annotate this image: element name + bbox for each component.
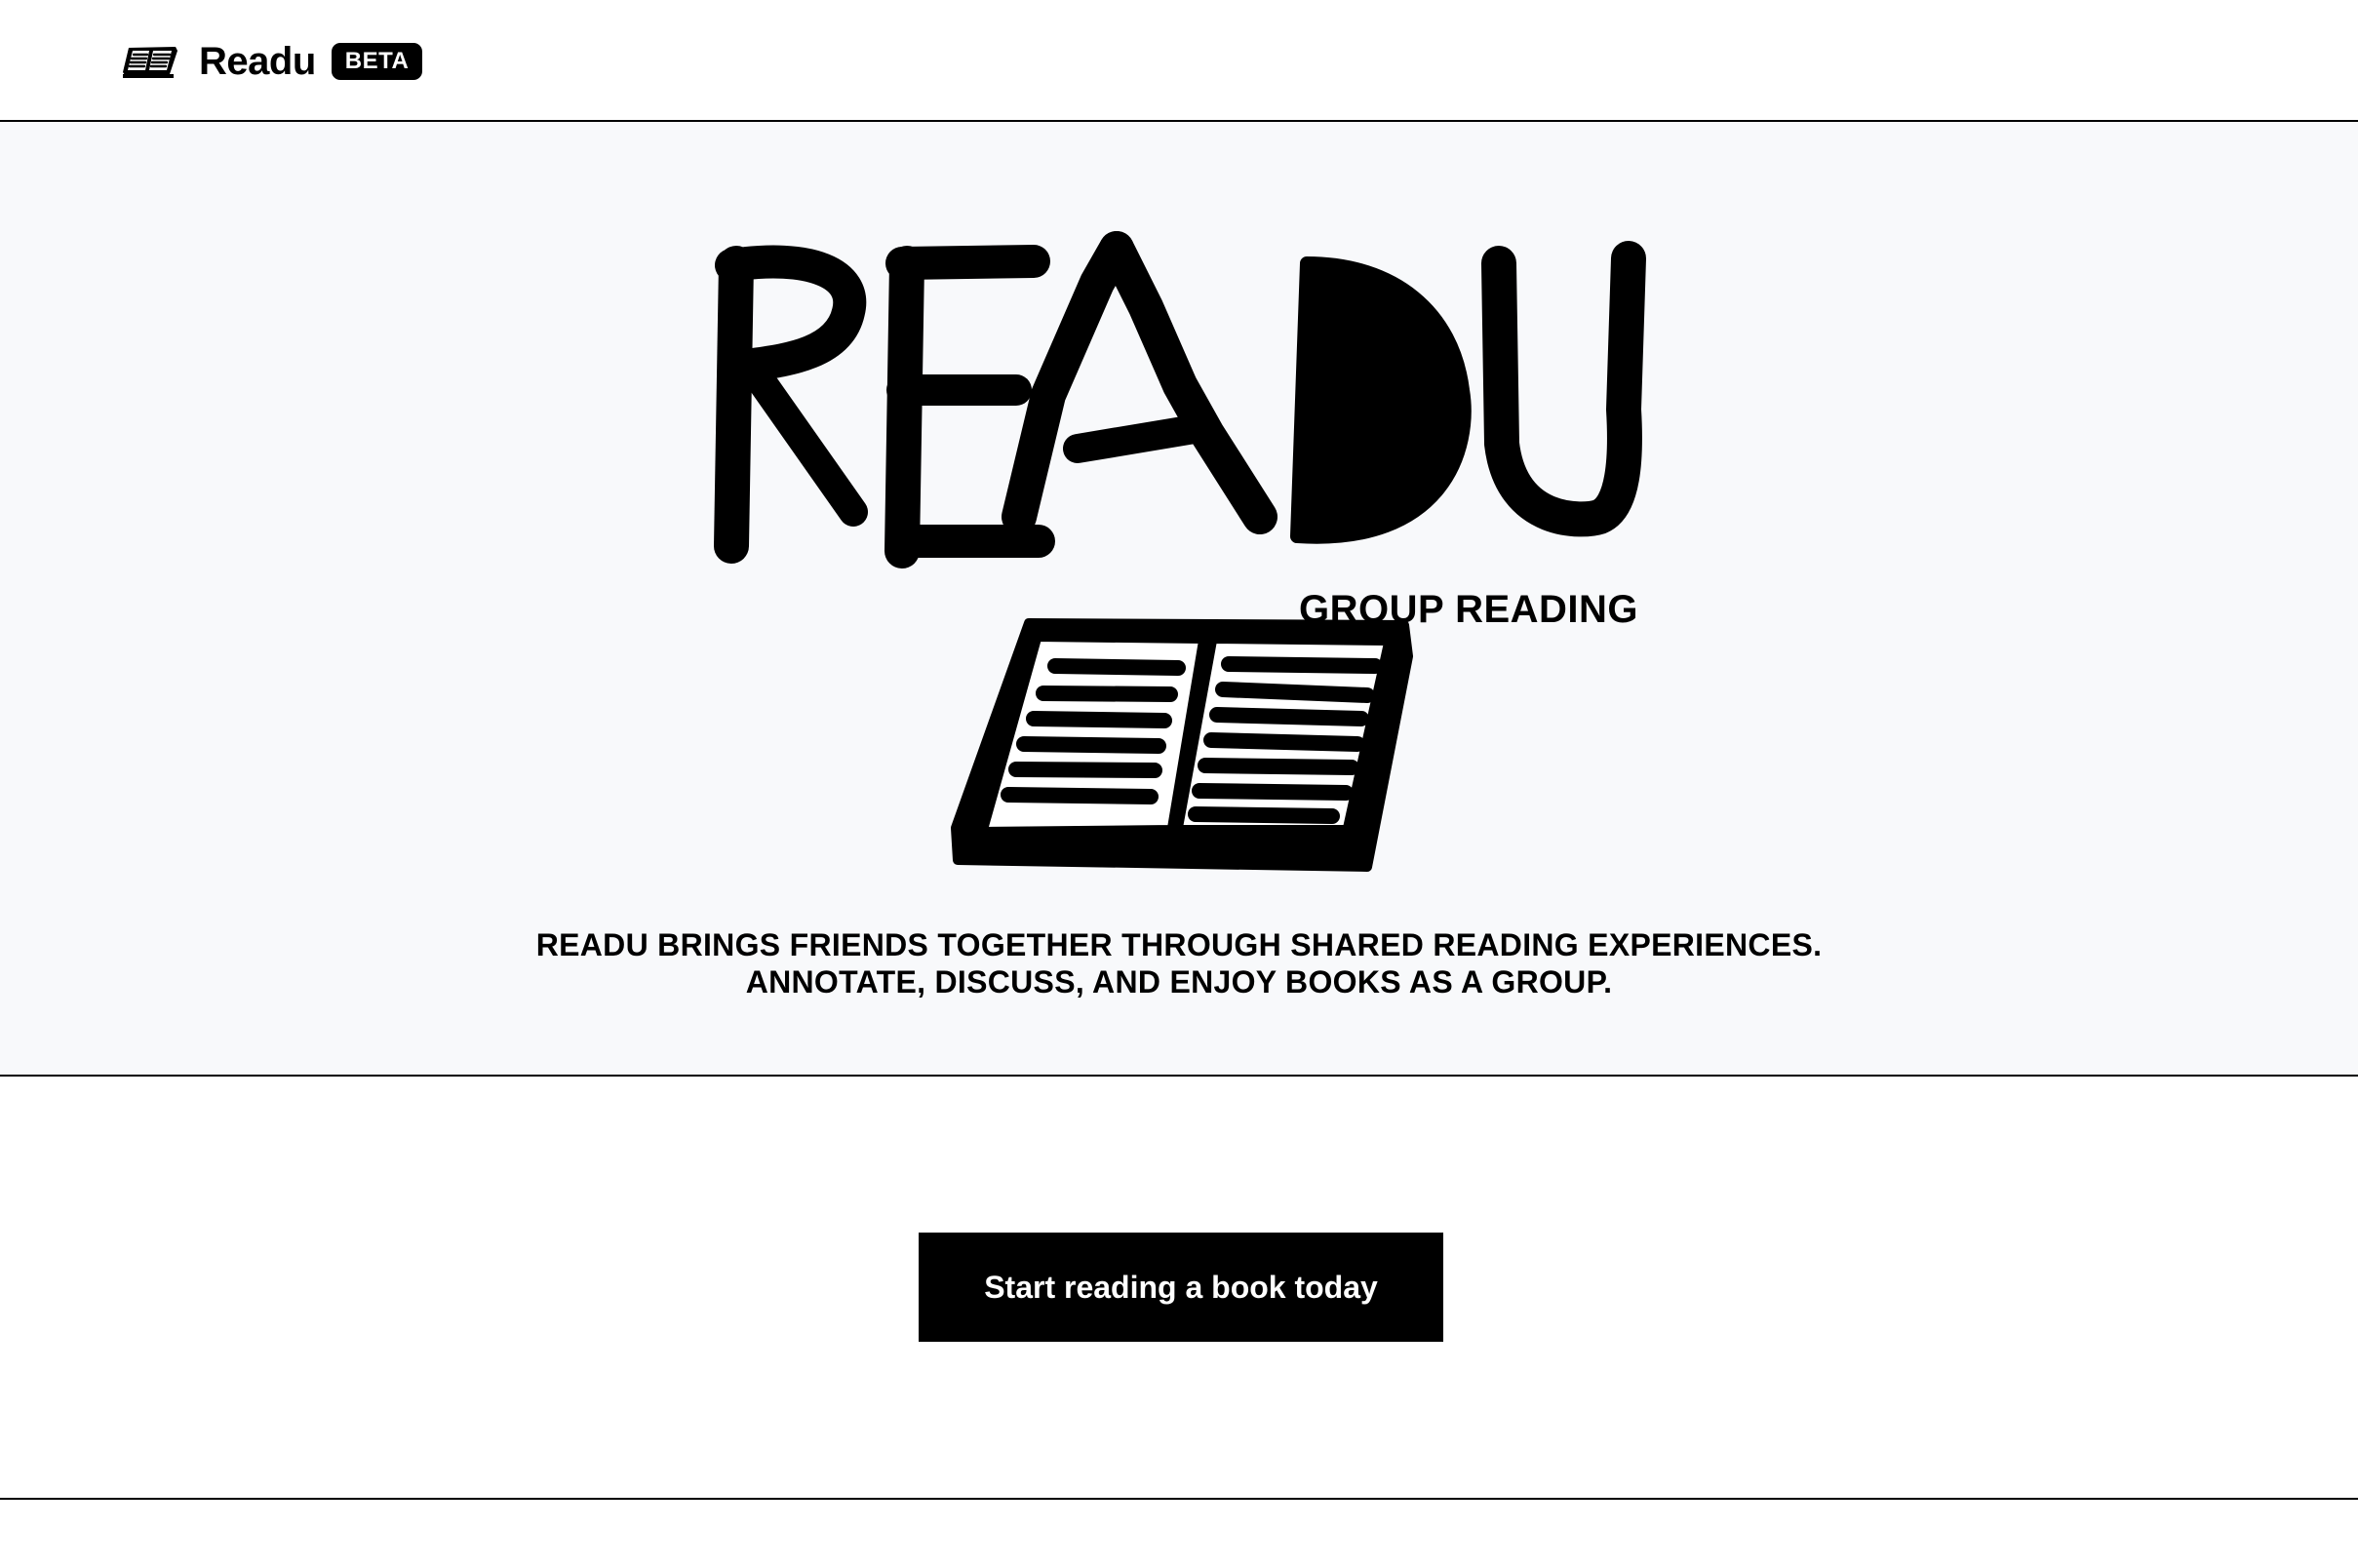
- brand-home-link[interactable]: Readu BETA: [119, 37, 423, 86]
- hero-section: GROUP READING READU BRINGS FRIENDS TOGET…: [0, 122, 2358, 1077]
- open-book-illustration-icon: [951, 618, 1413, 872]
- hero-tagline: READU BRINGS FRIENDS TOGETHER THROUGH SH…: [0, 926, 2358, 1000]
- site-header: Readu BETA: [0, 0, 2358, 122]
- tagline-line-2: ANNOTATE, DISCUSS, AND ENJOY BOOKS AS A …: [745, 964, 1613, 1000]
- hero-wordmark: GROUP READING: [702, 224, 1664, 631]
- page: Readu BETA GROUP READING READU BRINGS FR…: [0, 0, 2358, 1568]
- start-reading-button[interactable]: Start reading a book today: [919, 1233, 1443, 1342]
- beta-badge: BETA: [331, 43, 423, 80]
- open-book-illustration: [946, 602, 1414, 875]
- hero-title-wordmark: [702, 224, 1664, 595]
- open-book-icon: [123, 47, 177, 78]
- readu-brush-lettering: [714, 231, 1646, 568]
- brand-name: Readu: [199, 39, 316, 83]
- tagline-line-1: READU BRINGS FRIENDS TOGETHER THROUGH SH…: [535, 927, 1823, 962]
- footer-divider: [0, 1498, 2358, 1500]
